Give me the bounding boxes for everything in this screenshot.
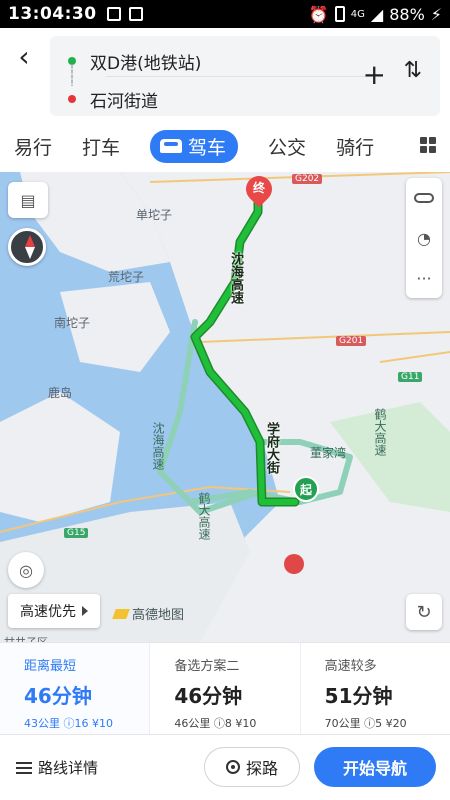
signal-icon: ◢: [370, 4, 384, 24]
list-icon: [16, 761, 32, 774]
destination-marker-label: 终: [252, 181, 265, 195]
route-options: 距离最短 46分钟 43公里 ⓘ16 ¥10 备选方案二 46分钟 46公里 ⓘ…: [0, 642, 450, 734]
highway-shield: G11: [398, 372, 423, 382]
road-label: 沈海高速: [151, 422, 165, 470]
map-view[interactable]: 单坨子 荒坨子 南坨子 鹿岛 甘井子区 沈海高速 学府大街 沈海高速 鹤大高速 …: [0, 172, 450, 642]
origin-marker-label: 起: [299, 482, 312, 497]
option-time: 46分钟: [24, 684, 92, 708]
traffic-button[interactable]: [406, 178, 442, 218]
charging-icon: ⚡: [430, 4, 442, 24]
speed-button[interactable]: ◔: [406, 218, 442, 258]
tab-drive-label: 驾车: [188, 136, 227, 159]
option-title: 高速较多: [324, 659, 377, 674]
option-title: 备选方案二: [174, 659, 240, 674]
highway-preference-button[interactable]: 高速优先: [8, 594, 100, 628]
triangle-right-icon: [82, 606, 88, 616]
option-title: 距离最短: [24, 659, 77, 674]
locate-button[interactable]: ◎: [8, 552, 44, 588]
tab-transit[interactable]: 公交: [268, 133, 306, 160]
option-time: 46分钟: [174, 684, 243, 708]
radar-icon: [225, 760, 240, 774]
highway-shield: G201: [336, 336, 367, 346]
start-navigation-button[interactable]: 开始导航: [314, 747, 436, 787]
notification-icon: [106, 7, 121, 21]
refresh-button[interactable]: ↻: [406, 594, 442, 630]
explore-route-label: 探路: [245, 759, 278, 778]
route-option-highway[interactable]: 高速较多 51分钟 70公里 ⓘ5 ¥20: [301, 643, 450, 734]
road-label: 董家湾: [310, 446, 347, 460]
tab-drive[interactable]: 驾车: [150, 129, 239, 163]
image-icon: [128, 7, 143, 21]
origin-text: 双D港(地铁站): [90, 53, 202, 74]
explore-route-button[interactable]: 探路: [204, 747, 300, 787]
option-time: 51分钟: [324, 684, 393, 708]
road-label: 鹤大高速: [197, 492, 211, 540]
map-canvas: [0, 172, 450, 642]
message-button[interactable]: ▤: [8, 182, 48, 218]
traffic-icon: [414, 193, 434, 203]
back-button[interactable]: ‹: [8, 40, 40, 73]
road-label: 学府大街: [264, 422, 279, 474]
origin-field[interactable]: 双D港(地铁站): [68, 46, 201, 76]
place-label: 单坨子: [136, 208, 173, 222]
place-label: 南坨子: [54, 316, 91, 330]
locate-icon: ◎: [19, 560, 33, 580]
route-option-alt2[interactable]: 备选方案二 46分钟 46公里 ⓘ8 ¥10: [150, 643, 301, 734]
compass-icon[interactable]: [8, 228, 46, 266]
amap-logo: 高德地图: [112, 604, 185, 623]
phone-icon: [334, 6, 345, 22]
route-input-card: 双D港(地铁站) 石河街道 + ⇅: [50, 36, 440, 116]
swap-route-button[interactable]: ⇅: [404, 58, 422, 83]
place-label: 甘井子区: [4, 634, 48, 642]
route-search-header: ‹ 双D港(地铁站) 石河街道 + ⇅: [0, 28, 450, 120]
option-detail: 43公里 ⓘ16 ¥10: [24, 717, 113, 730]
road-label: 鹤大高速: [373, 408, 387, 456]
tab-taxi[interactable]: 打车: [82, 133, 120, 160]
more-modes-icon[interactable]: [420, 137, 436, 153]
option-detail: 70公里 ⓘ5 ¥20: [324, 717, 407, 730]
road-label: 沈海高速: [228, 252, 243, 304]
tab-cycling[interactable]: 骑行: [336, 133, 374, 160]
alarm-icon: ⏰: [308, 4, 329, 24]
status-bar: 13:04:30 ⏰ 4G ◢ 88% ⚡: [0, 0, 450, 28]
destination-text: 石河街道: [90, 91, 158, 112]
origin-marker: 起: [293, 476, 319, 502]
tab-yixing[interactable]: 易行: [14, 133, 52, 160]
navigation-screen: 13:04:30 ⏰ 4G ◢ 88% ⚡ ‹ 双D港(地铁站) 石河街道 + …: [0, 0, 450, 800]
bottom-action-bar: 路线详情 探路 开始导航: [0, 734, 450, 800]
highway-preference-label: 高速优先: [20, 604, 76, 620]
add-stop-button[interactable]: +: [363, 58, 386, 91]
refresh-icon: ↻: [416, 601, 432, 623]
route-option-shortest[interactable]: 距离最短 46分钟 43公里 ⓘ16 ¥10: [0, 643, 151, 734]
network-label: 4G: [350, 8, 365, 20]
destination-dot-icon: [68, 95, 76, 103]
amap-logo-icon: [112, 608, 130, 619]
destination-field[interactable]: 石河街道: [68, 84, 158, 114]
highway-shield: G15: [64, 528, 89, 538]
status-time: 13:04:30: [8, 4, 97, 24]
speedometer-icon: ◔: [417, 228, 431, 248]
car-icon: [160, 139, 183, 153]
chat-icon: ▤: [20, 190, 36, 210]
amap-logo-text: 高德地图: [132, 608, 185, 623]
route-details-label: 路线详情: [38, 759, 99, 777]
highway-shield: G202: [292, 174, 323, 184]
more-icon: ···: [416, 268, 432, 288]
route-details-button[interactable]: 路线详情: [16, 757, 98, 778]
map-tools-panel: ◔ ···: [406, 178, 442, 298]
option-detail: 46公里 ⓘ8 ¥10: [174, 717, 257, 730]
battery-label: 88%: [389, 4, 425, 24]
place-label: 荒坨子: [108, 270, 145, 284]
place-label: 鹿岛: [48, 386, 73, 400]
transport-mode-tabs: 易行 打车 驾车 公交 骑行: [0, 120, 450, 172]
more-button[interactable]: ···: [406, 258, 442, 298]
